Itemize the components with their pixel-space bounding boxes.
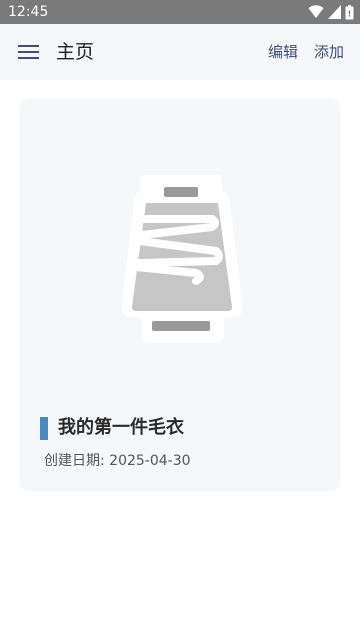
project-created-date: 创建日期: 2025-04-30	[44, 453, 191, 469]
app-bar: 主页 编辑 添加	[0, 24, 360, 80]
page-title: 主页	[56, 41, 95, 63]
title-accent-bar	[40, 417, 48, 440]
hamburger-menu-icon	[18, 45, 39, 59]
wifi-icon	[308, 5, 324, 18]
project-card[interactable]: 我的第一件毛衣 创建日期: 2025-04-30	[20, 99, 340, 491]
yarn-spool-icon	[121, 175, 243, 343]
battery-icon: !	[345, 4, 354, 19]
status-icons: !	[308, 4, 354, 20]
add-button[interactable]: 添加	[314, 42, 344, 62]
project-title: 我的第一件毛衣	[58, 417, 184, 438]
signal-icon	[328, 5, 341, 19]
menu-button[interactable]	[10, 32, 50, 72]
svg-text:!: !	[348, 9, 352, 18]
status-time: 12:45	[8, 4, 49, 20]
status-bar: 12:45 !	[0, 0, 360, 24]
edit-button[interactable]: 编辑	[268, 42, 298, 62]
